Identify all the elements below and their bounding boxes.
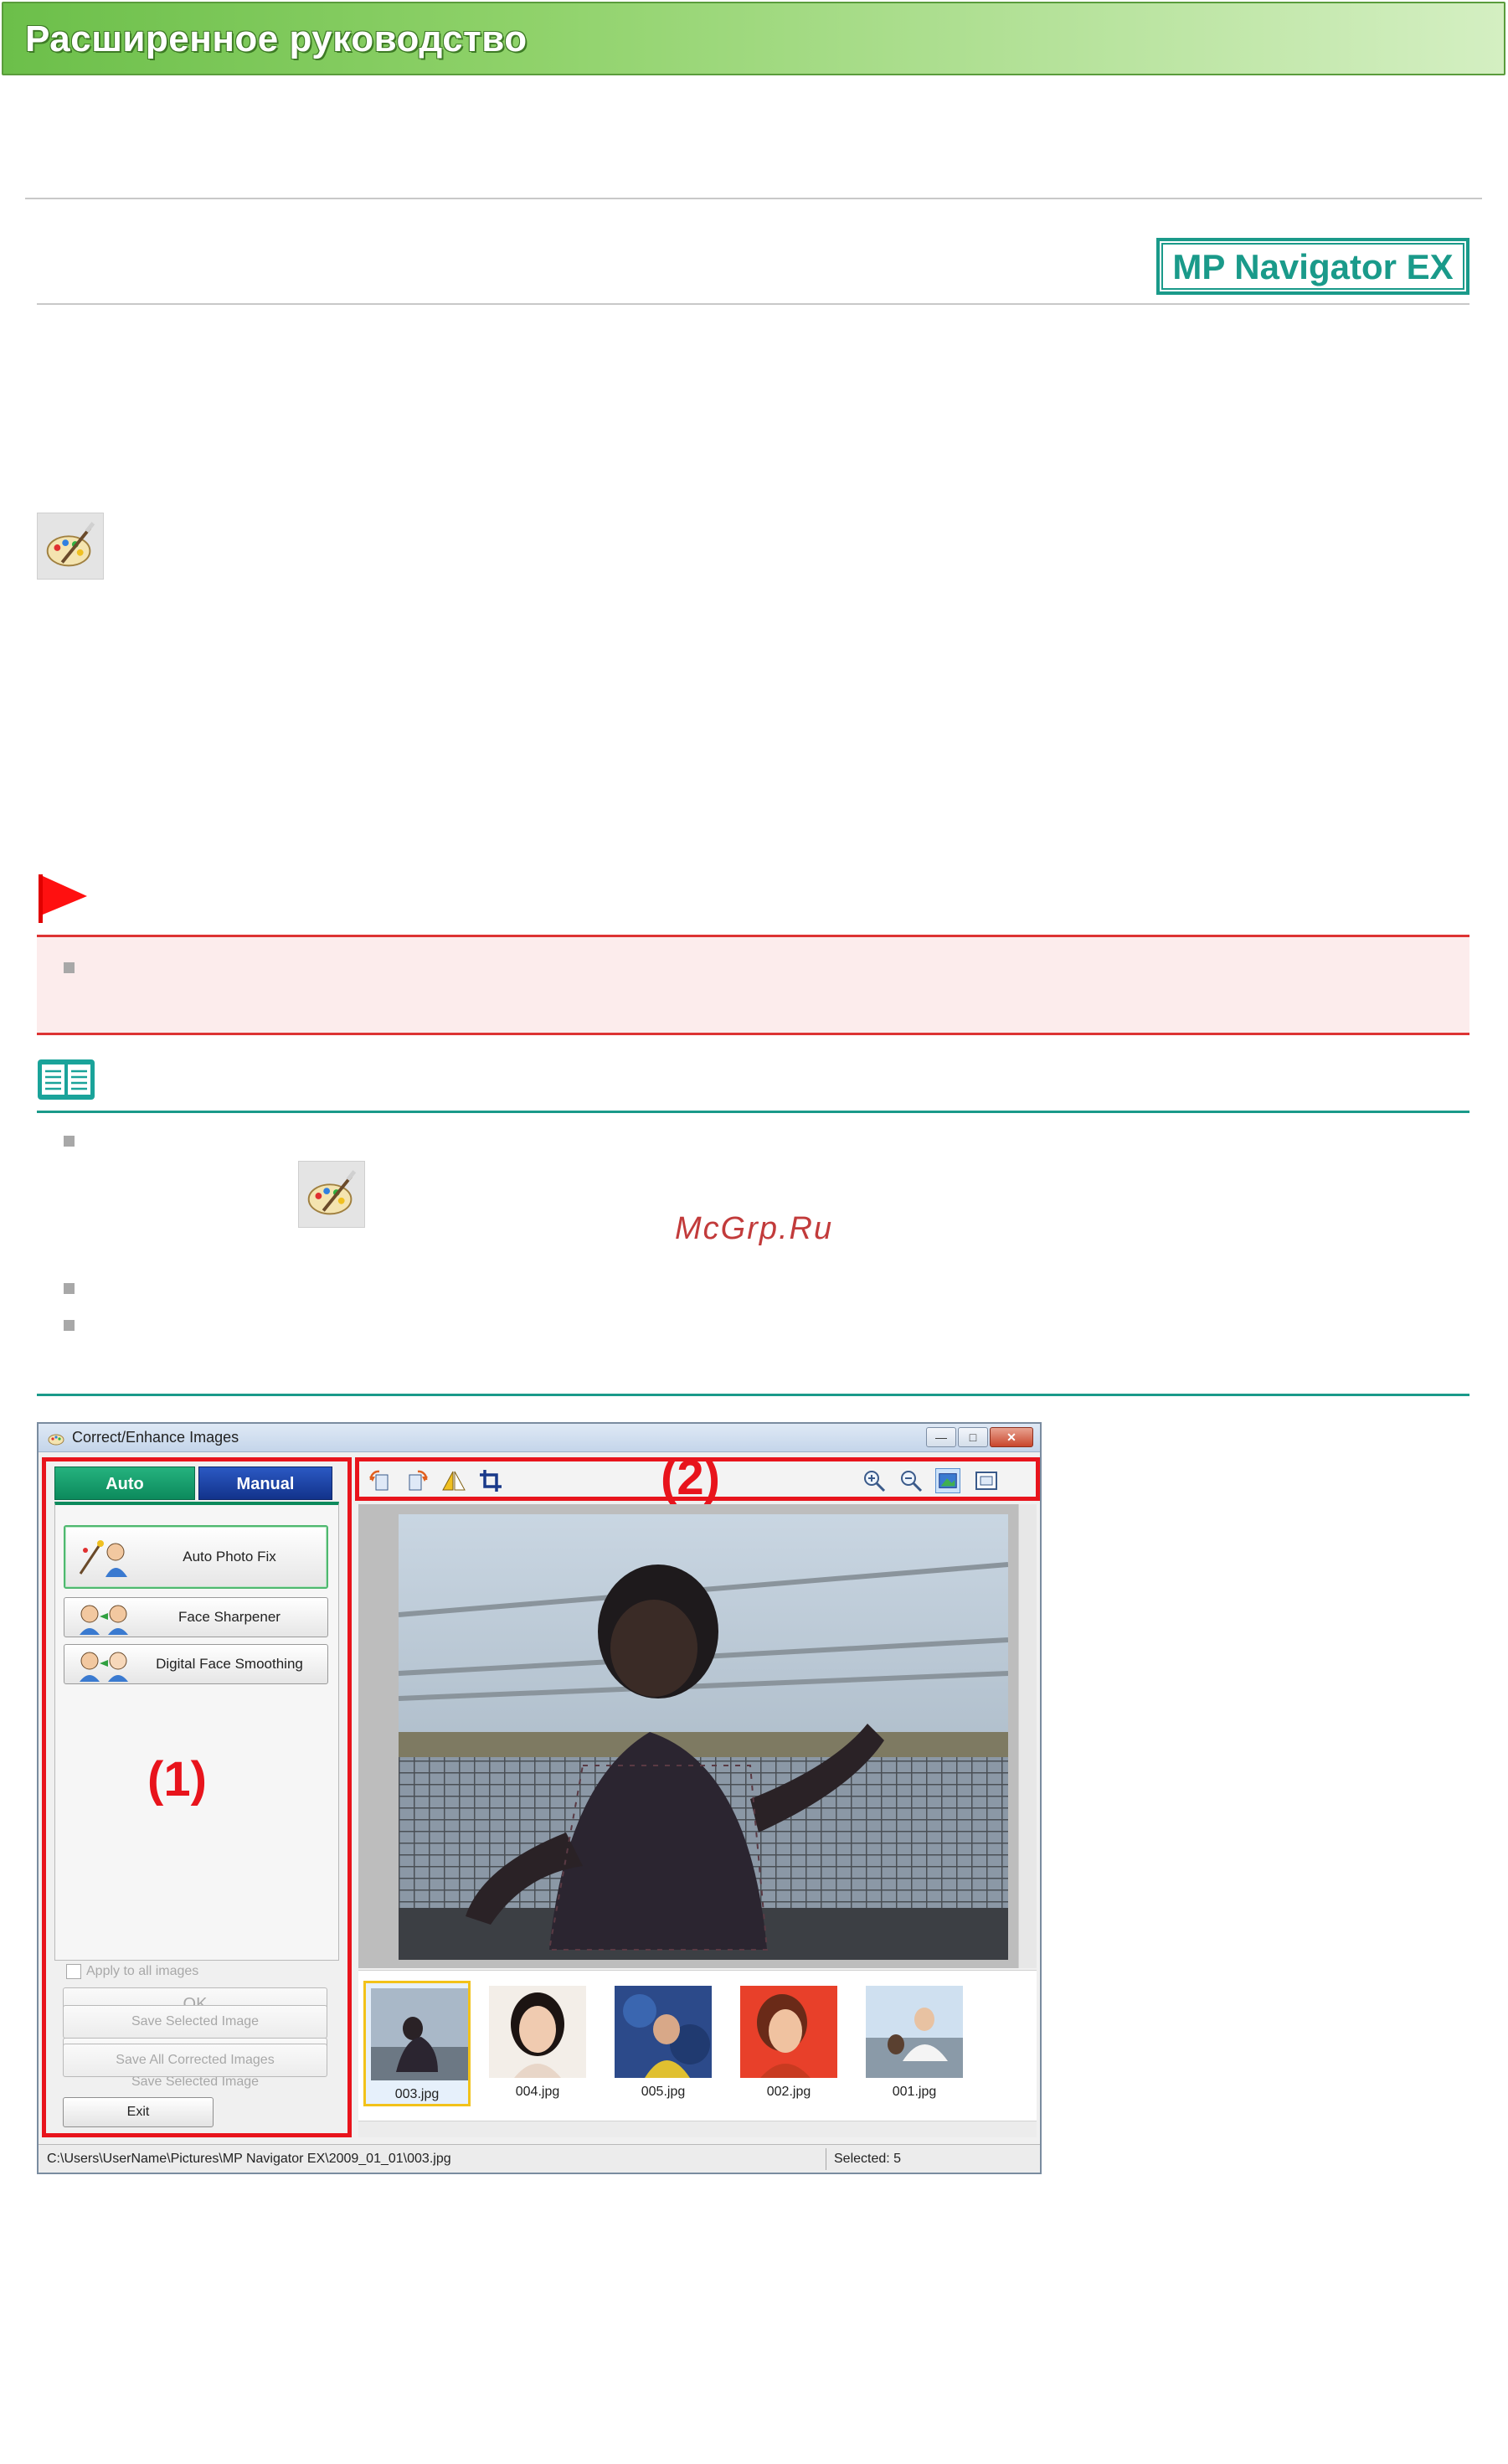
region-label-2: (2) bbox=[661, 1451, 720, 1505]
thumbnail-item[interactable]: 005.jpg bbox=[610, 1981, 717, 2106]
thumbnail-scrollbar[interactable] bbox=[358, 2121, 1037, 2137]
bullet bbox=[64, 1283, 75, 1294]
status-file-path: C:\Users\UserName\Pictures\MP Navigator … bbox=[47, 2152, 451, 2166]
palette-icon bbox=[37, 513, 104, 580]
status-bar: C:\Users\UserName\Pictures\MP Navigator … bbox=[39, 2144, 1040, 2173]
thumbnail-caption: 002.jpg bbox=[766, 2085, 811, 2099]
apply-to-all-label: Apply to all images bbox=[86, 1964, 199, 1978]
window-titlebar: Correct/Enhance Images — □ ✕ bbox=[39, 1424, 1040, 1452]
important-box bbox=[37, 935, 1469, 1035]
header-banner: Расширенное руководство bbox=[2, 2, 1505, 75]
thumbnail-image bbox=[740, 1986, 837, 2078]
region-label-1: (1) bbox=[147, 1752, 207, 1807]
red-flag-icon bbox=[39, 874, 87, 923]
watermark: McGrp.Ru bbox=[675, 1211, 834, 1246]
preview-scrollbar[interactable] bbox=[1018, 1504, 1037, 1968]
section-divider bbox=[37, 1394, 1469, 1396]
save-all-corrected-images-button[interactable]: Save All Corrected Images bbox=[63, 2044, 327, 2077]
thumbnail-strip: 003.jpg 004.jpg 005.jpg 002.jpg 001.jpg bbox=[358, 1970, 1037, 2137]
bullet bbox=[64, 1320, 75, 1331]
rotate-left-icon[interactable] bbox=[368, 1468, 393, 1493]
thumbnail-caption: 005.jpg bbox=[641, 2085, 686, 2099]
close-button[interactable]: ✕ bbox=[990, 1427, 1033, 1447]
auto-tab-panel: Auto Photo Fix Face Sharpener Digital Fa… bbox=[54, 1502, 339, 1961]
auto-photo-fix-label: Auto Photo Fix bbox=[183, 1549, 276, 1564]
thumbnail-item[interactable]: 004.jpg bbox=[484, 1981, 591, 2106]
bullet bbox=[64, 962, 75, 973]
open-book-icon bbox=[38, 1059, 95, 1100]
product-badge-label: MP Navigator EX bbox=[1161, 243, 1464, 290]
crop-icon[interactable] bbox=[478, 1468, 503, 1493]
save-selected-image-button-visible[interactable]: Save Selected Image bbox=[63, 2005, 327, 2039]
thumbnail-item[interactable]: 002.jpg bbox=[735, 1981, 842, 2106]
thumbnail-caption: 004.jpg bbox=[515, 2085, 560, 2099]
window-title: Correct/Enhance Images bbox=[72, 1429, 239, 1446]
minimize-icon: — bbox=[935, 1430, 947, 1444]
app-icon bbox=[48, 1434, 64, 1446]
thumbnail-image bbox=[371, 1988, 468, 2080]
product-badge: MP Navigator EX bbox=[1156, 238, 1469, 295]
thumbnail-caption: 003.jpg bbox=[394, 2087, 440, 2101]
title-divider bbox=[37, 303, 1469, 305]
close-icon: ✕ bbox=[1006, 1430, 1016, 1444]
face-sharpener-label: Face Sharpener bbox=[178, 1609, 280, 1625]
thumbnail-image bbox=[615, 1986, 712, 2078]
minimize-button[interactable]: — bbox=[926, 1427, 956, 1447]
thumbnail-item[interactable]: 003.jpg bbox=[363, 1981, 471, 2106]
note-divider bbox=[37, 1111, 1469, 1113]
zoom-in-icon[interactable] bbox=[862, 1468, 887, 1493]
preview-area[interactable] bbox=[358, 1504, 1037, 1968]
fit-to-window-icon[interactable] bbox=[935, 1468, 960, 1493]
toolbar: (2) bbox=[355, 1451, 1040, 1505]
exit-button[interactable]: Exit bbox=[63, 2097, 214, 2127]
full-size-icon[interactable] bbox=[974, 1468, 999, 1493]
thumbnail-image bbox=[866, 1986, 963, 2078]
maximize-button[interactable]: □ bbox=[958, 1427, 988, 1447]
status-selected-count: Selected: 5 bbox=[834, 2152, 902, 2166]
palette-icon bbox=[298, 1161, 365, 1228]
digital-face-smoothing-label: Digital Face Smoothing bbox=[156, 1656, 303, 1672]
bullet bbox=[64, 1136, 75, 1147]
top-divider bbox=[25, 198, 1482, 199]
thumbnail-item[interactable]: 001.jpg bbox=[861, 1981, 968, 2106]
preview-photo bbox=[399, 1514, 1008, 1960]
zoom-out-icon[interactable] bbox=[898, 1468, 924, 1493]
thumbnail-caption: 001.jpg bbox=[892, 2085, 937, 2099]
apply-to-all-checkbox[interactable] bbox=[66, 1964, 81, 1979]
correct-enhance-window: Correct/Enhance Images — □ ✕ Auto Manual… bbox=[37, 1422, 1042, 2174]
face-sharpener-button[interactable]: Face Sharpener bbox=[64, 1597, 328, 1637]
rotate-right-icon[interactable] bbox=[404, 1468, 430, 1493]
maximize-icon: □ bbox=[969, 1430, 977, 1444]
flip-icon[interactable] bbox=[441, 1468, 466, 1493]
thumbnail-image bbox=[489, 1986, 586, 2078]
page-title: Расширенное руководство bbox=[25, 18, 528, 59]
digital-face-smoothing-button[interactable]: Digital Face Smoothing bbox=[64, 1644, 328, 1684]
tab-manual[interactable]: Manual bbox=[198, 1467, 332, 1500]
auto-photo-fix-button[interactable]: Auto Photo Fix bbox=[64, 1525, 328, 1589]
tab-auto[interactable]: Auto bbox=[54, 1467, 195, 1500]
